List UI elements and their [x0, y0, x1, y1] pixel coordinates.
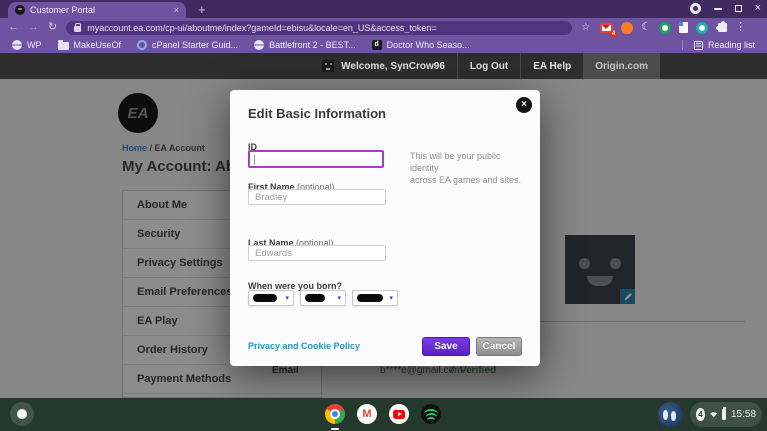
tab-strip: Customer Portal × + ×	[0, 0, 767, 18]
helper-line-2: across EA games and sites.	[410, 174, 530, 186]
bookmark-label: MakeUseOf	[74, 40, 122, 50]
avatar[interactable]	[658, 402, 683, 427]
notification-count-badge: 4	[696, 408, 705, 421]
last-name-input[interactable]	[248, 245, 386, 261]
window-close-button[interactable]: ×	[755, 3, 761, 14]
browser-toolbar: ← → ↻ myaccount.ea.com/cp-ui/aboutme/ind…	[0, 18, 767, 37]
privacy-policy-link[interactable]: Privacy and Cookie Policy	[248, 341, 360, 351]
status-tray[interactable]: 4 15:58	[690, 402, 762, 427]
birth-day-select[interactable]: ▾	[300, 290, 346, 306]
bookmark-cpanel[interactable]: cPanel Starter Guid...	[137, 40, 238, 50]
chevron-down-icon: ▾	[285, 295, 289, 302]
green-extension-icon[interactable]	[659, 22, 671, 34]
bookmark-doctor-who[interactable]: d Doctor Who Seaso...	[372, 40, 470, 50]
window-controls: ×	[690, 3, 761, 14]
bookmark-star-icon[interactable]: ☆	[581, 23, 590, 33]
tab-favicon-icon	[15, 5, 25, 15]
browser-menu-icon[interactable]: ⋮	[735, 22, 746, 33]
reading-list-label: Reading list	[708, 40, 755, 50]
helper-line-1: This will be your public identity	[410, 150, 530, 174]
browser-window: Customer Portal × + × ← → ↻ myaccount.ea…	[0, 0, 767, 431]
log-out-link[interactable]: Log Out	[457, 53, 520, 79]
modal-close-button[interactable]: ×	[516, 97, 532, 113]
teal-extension-icon[interactable]	[696, 22, 708, 34]
tab-title: Customer Portal	[30, 5, 169, 15]
battery-icon	[722, 409, 726, 420]
text-cursor	[254, 155, 255, 165]
id-input[interactable]	[248, 150, 384, 168]
bookmark-label: Doctor Who Seaso...	[387, 40, 470, 50]
reading-list-icon	[694, 41, 703, 50]
shelf: M 4 15:58	[0, 398, 767, 431]
birthdate-selects: ▾ ▾ ▾	[248, 290, 398, 306]
back-icon[interactable]: ←	[8, 22, 19, 33]
bookmarks-bar: WP MakeUseOf cPanel Starter Guid... Batt…	[0, 37, 767, 53]
tab-close-icon[interactable]: ×	[174, 6, 179, 15]
bookmark-label: cPanel Starter Guid...	[152, 40, 238, 50]
youtube-icon[interactable]	[389, 404, 409, 424]
shelf-apps: M	[325, 404, 441, 424]
site-header: Welcome, SynCrow96 Log Out EA Help Origi…	[0, 53, 767, 79]
id-helper-text: This will be your public identity across…	[410, 150, 530, 186]
mail-extension-icon[interactable]: 4	[600, 23, 613, 33]
profile-icon[interactable]	[690, 3, 701, 14]
redacted-value	[357, 294, 383, 302]
doc-extension-icon[interactable]	[679, 22, 688, 33]
youtube-play-icon	[393, 410, 405, 419]
modal-title: Edit Basic Information	[248, 106, 386, 121]
ea-help-link[interactable]: EA Help	[520, 53, 583, 79]
reload-icon[interactable]: ↻	[48, 22, 57, 33]
extensions-row: 4 ☾ ⋮	[600, 22, 746, 34]
spotify-icon[interactable]	[421, 404, 441, 424]
address-bar[interactable]: myaccount.ea.com/cp-ui/aboutme/index?gam…	[66, 21, 572, 35]
dark-mode-extension-icon[interactable]: ☾	[641, 22, 651, 33]
chevron-down-icon: ▾	[337, 295, 341, 302]
globe-icon	[12, 40, 22, 50]
redacted-value	[305, 294, 325, 302]
extensions-puzzle-icon[interactable]	[718, 23, 727, 32]
bookmark-wp[interactable]: WP	[12, 40, 42, 50]
launcher-button[interactable]	[10, 402, 34, 426]
reading-list-button[interactable]: Reading list	[682, 40, 755, 50]
gmail-icon[interactable]: M	[357, 404, 377, 424]
minimize-button[interactable]	[714, 8, 722, 10]
birth-year-select[interactable]: ▾	[352, 290, 398, 306]
redacted-value	[253, 294, 277, 302]
orange-extension-icon[interactable]	[621, 22, 633, 34]
restore-button[interactable]	[735, 5, 742, 12]
user-avatar-icon	[322, 60, 334, 72]
chevron-down-icon: ▾	[389, 295, 393, 302]
clock: 15:58	[731, 409, 756, 420]
bookmark-battlefront[interactable]: Battlefront 2 - BEST...	[254, 40, 356, 50]
new-tab-button[interactable]: +	[198, 3, 206, 16]
cpanel-icon	[137, 40, 147, 50]
lock-icon	[74, 26, 81, 32]
browser-tab[interactable]: Customer Portal ×	[8, 2, 186, 18]
launcher-icon	[17, 409, 27, 419]
bookmark-makeuseof[interactable]: MakeUseOf	[58, 40, 122, 50]
folder-icon	[58, 42, 69, 50]
url-text: myaccount.ea.com/cp-ui/aboutme/index?gam…	[87, 23, 436, 33]
wifi-icon	[710, 410, 717, 419]
bookmark-label: Battlefront 2 - BEST...	[269, 40, 356, 50]
birth-month-select[interactable]: ▾	[248, 290, 294, 306]
forward-icon[interactable]: →	[28, 22, 39, 33]
modal-footer: Privacy and Cookie Policy Save Cancel	[248, 336, 522, 356]
chrome-icon[interactable]	[325, 404, 345, 424]
first-name-input[interactable]	[248, 189, 386, 205]
welcome-label: Welcome, SynCrow96	[341, 61, 445, 72]
globe-icon	[254, 40, 264, 50]
doctor-who-icon: d	[372, 40, 382, 50]
welcome-user: Welcome, SynCrow96	[310, 53, 457, 79]
edit-basic-info-modal: × Edit Basic Information ID This will be…	[230, 90, 540, 366]
save-button[interactable]: Save	[422, 337, 470, 356]
cancel-button[interactable]: Cancel	[476, 337, 522, 356]
active-app-indicator	[331, 428, 339, 430]
bookmark-label: WP	[27, 40, 42, 50]
origin-link[interactable]: Origin.com	[583, 53, 660, 79]
